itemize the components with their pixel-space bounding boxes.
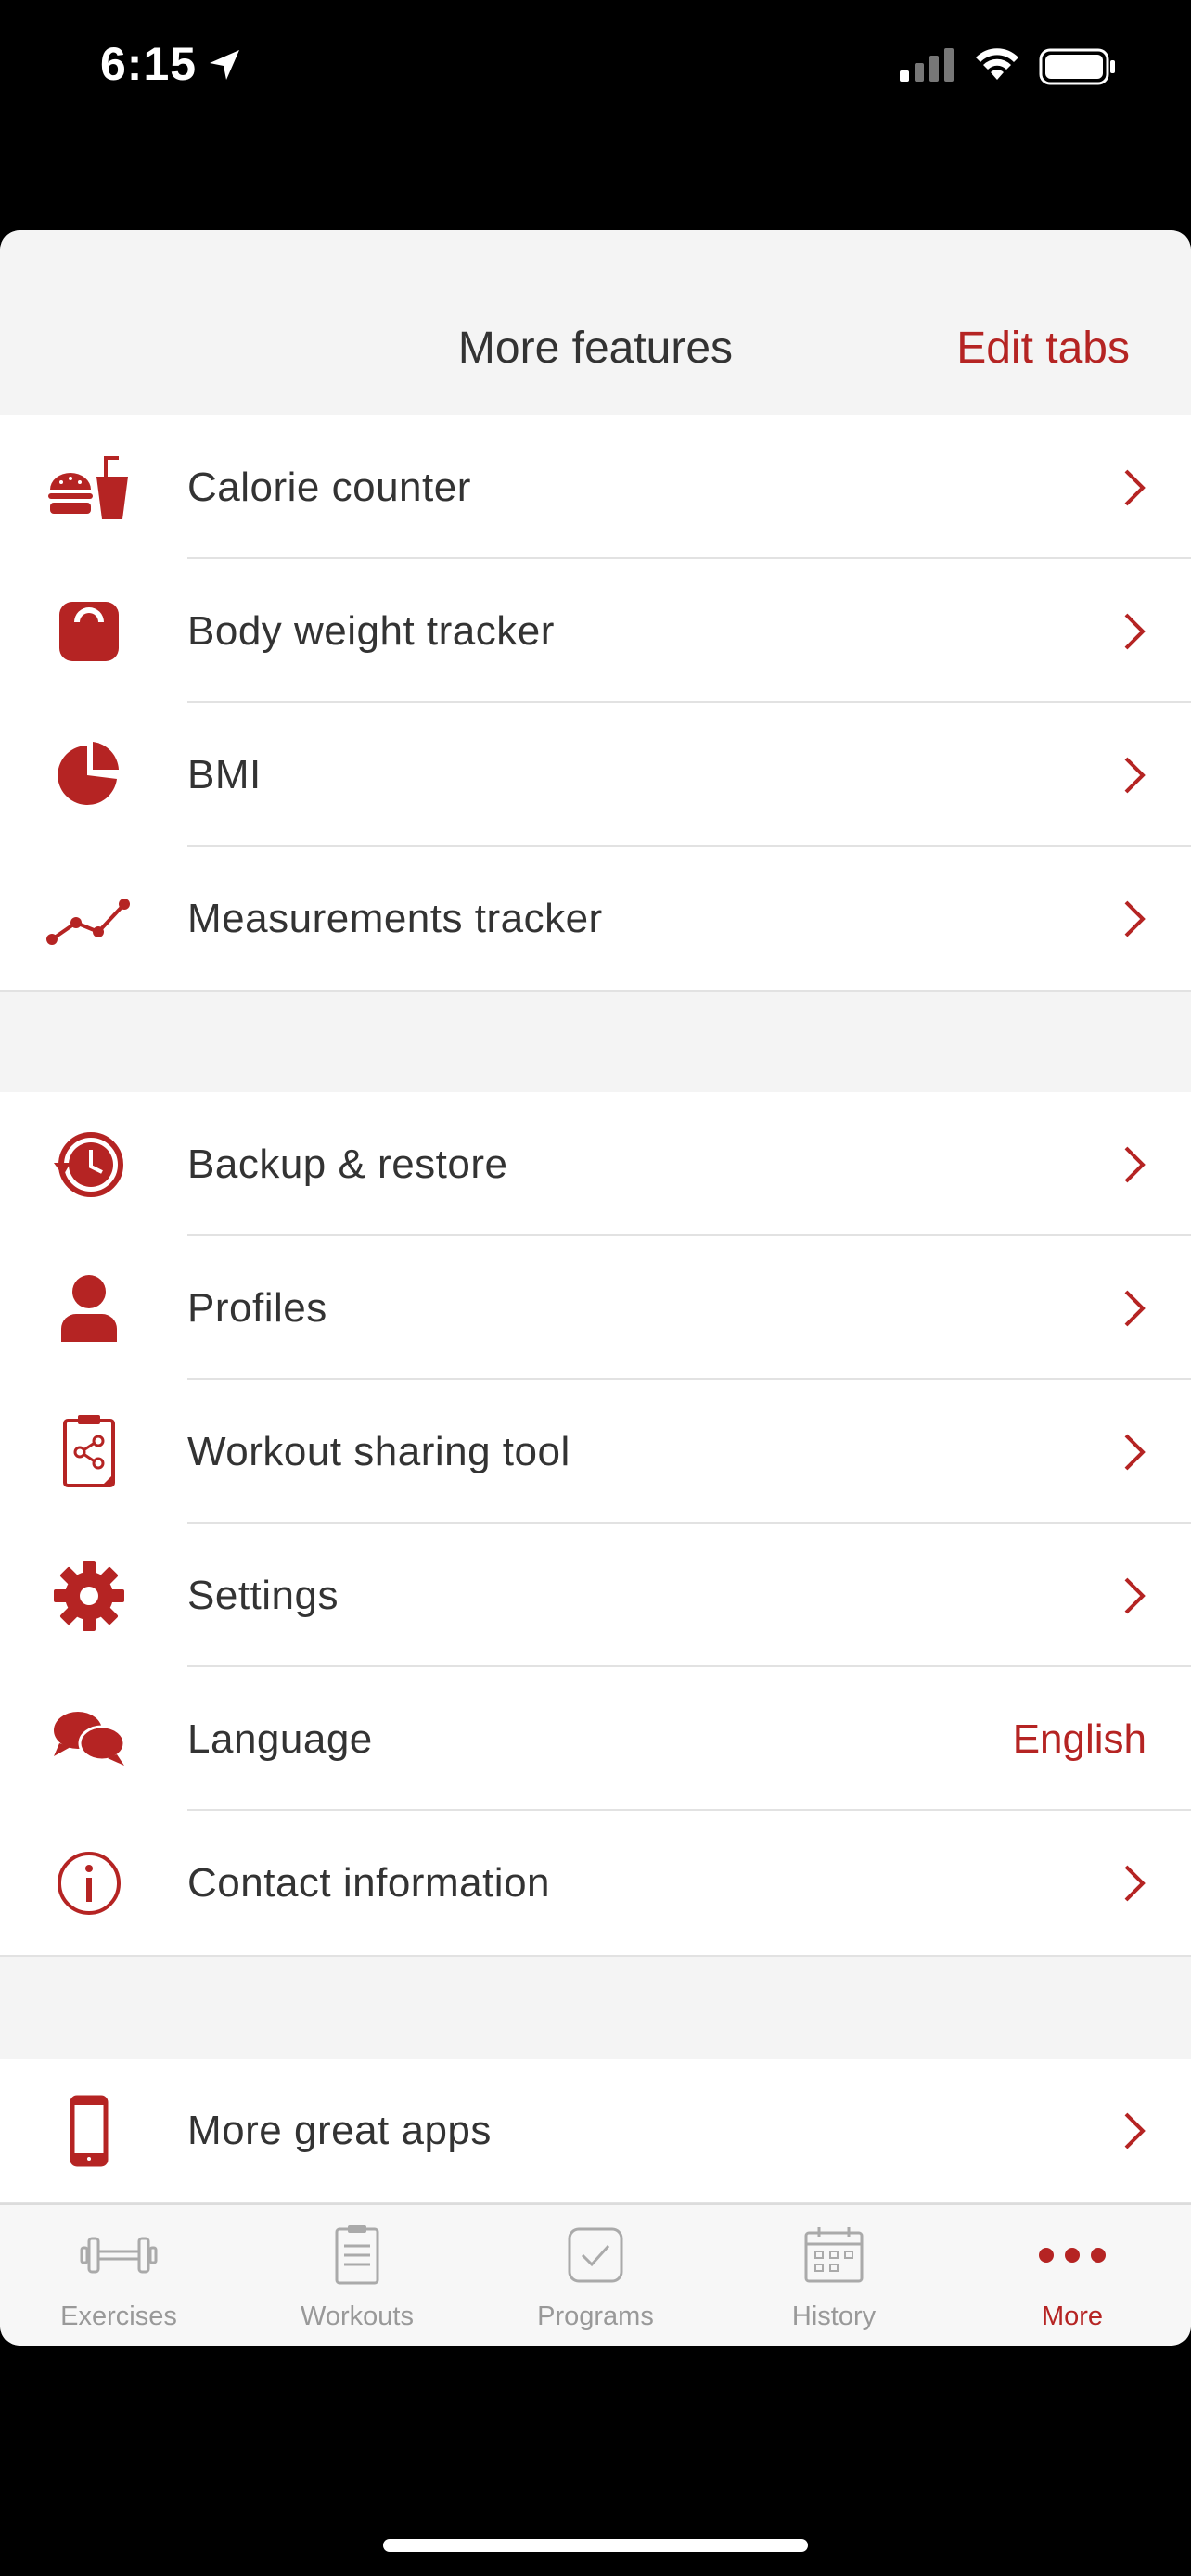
contact-information-row[interactable]: Contact information xyxy=(0,1811,1191,1955)
row-label: Measurements tracker xyxy=(187,895,603,941)
row-label: More great apps xyxy=(187,2107,492,2153)
row-label: Backup & restore xyxy=(187,1141,508,1187)
chevron-right-icon xyxy=(1124,1865,1146,1901)
row-label: Contact information xyxy=(187,1859,551,1906)
edit-tabs-button[interactable]: Edit tabs xyxy=(956,323,1130,374)
gear-icon xyxy=(45,1559,134,1633)
tab-label: Exercises xyxy=(60,2302,177,2331)
tab-bar: Exercises Workouts Programs History More xyxy=(0,2203,1191,2346)
row-label: Body weight tracker xyxy=(187,607,555,654)
chevron-right-icon xyxy=(1124,1290,1146,1326)
status-bar: 6:15 xyxy=(0,0,1191,130)
phone-icon xyxy=(45,2094,134,2168)
account-group: Backup & restore Profiles Workout sharin… xyxy=(0,1092,1191,1957)
bmi-row[interactable]: BMI xyxy=(0,703,1191,847)
home-indicator[interactable] xyxy=(383,2539,808,2552)
apps-group: More great apps xyxy=(0,2059,1191,2204)
dumbbell-icon xyxy=(0,2225,237,2285)
chevron-right-icon xyxy=(1124,757,1146,793)
tab-label: History xyxy=(791,2302,877,2331)
chevron-right-icon xyxy=(1124,1577,1146,1613)
chevron-right-icon xyxy=(1124,613,1146,649)
more-features-sheet: More features Edit tabs Calorie counter xyxy=(0,230,1191,2346)
info-icon xyxy=(45,1846,134,1920)
profiles-row[interactable]: Profiles xyxy=(0,1236,1191,1380)
tab-history[interactable]: History xyxy=(715,2205,953,2346)
settings-row[interactable]: Settings xyxy=(0,1524,1191,1667)
more-dots-icon xyxy=(954,2225,1191,2285)
tab-label: Workouts xyxy=(301,2302,414,2331)
workout-sharing-tool-row[interactable]: Workout sharing tool xyxy=(0,1380,1191,1524)
checkbox-icon xyxy=(477,2225,714,2285)
more-great-apps-row[interactable]: More great apps xyxy=(0,2059,1191,2202)
battery-icon xyxy=(1039,48,1115,85)
location-arrow-icon xyxy=(210,50,239,80)
body-weight-tracker-row[interactable]: Body weight tracker xyxy=(0,559,1191,703)
language-row[interactable]: Language English xyxy=(0,1667,1191,1811)
measurements-tracker-row[interactable]: Measurements tracker xyxy=(0,847,1191,990)
tab-label: More xyxy=(1041,2302,1104,2331)
chevron-right-icon xyxy=(1124,469,1146,505)
pie-chart-icon xyxy=(45,738,134,812)
chevron-right-icon xyxy=(1124,1434,1146,1470)
chevron-right-icon xyxy=(1124,2112,1146,2149)
chevron-right-icon xyxy=(1124,1146,1146,1182)
row-label: Profiles xyxy=(187,1284,327,1331)
line-graph-icon xyxy=(45,882,134,956)
backup-restore-row[interactable]: Backup & restore xyxy=(0,1092,1191,1236)
row-label: Language xyxy=(187,1715,373,1762)
tab-programs[interactable]: Programs xyxy=(477,2205,714,2346)
language-value: English xyxy=(1012,1715,1146,1762)
tab-workouts[interactable]: Workouts xyxy=(238,2205,476,2346)
wifi-icon xyxy=(976,48,1018,80)
tools-group: Calorie counter Body weight tracker BMI … xyxy=(0,415,1191,992)
person-icon xyxy=(45,1271,134,1345)
calendar-icon xyxy=(715,2225,953,2285)
row-label: Calorie counter xyxy=(187,464,471,510)
tab-exercises[interactable]: Exercises xyxy=(0,2205,237,2346)
clipboard-icon xyxy=(238,2225,476,2285)
status-time: 6:15 xyxy=(100,38,198,90)
row-label: Settings xyxy=(187,1572,339,1618)
share-clipboard-icon xyxy=(45,1415,134,1489)
chat-bubbles-icon xyxy=(45,1702,134,1777)
tab-label: Programs xyxy=(537,2302,654,2331)
cellular-signal-icon xyxy=(900,48,954,82)
navigation-header: More features Edit tabs xyxy=(0,230,1191,417)
tab-more[interactable]: More xyxy=(954,2205,1191,2346)
chevron-right-icon xyxy=(1124,900,1146,937)
row-label: Workout sharing tool xyxy=(187,1428,570,1474)
scale-icon xyxy=(45,594,134,669)
burger-drink-icon xyxy=(45,451,134,525)
calorie-counter-row[interactable]: Calorie counter xyxy=(0,415,1191,559)
row-label: BMI xyxy=(187,751,262,797)
backup-clock-icon xyxy=(45,1128,134,1202)
